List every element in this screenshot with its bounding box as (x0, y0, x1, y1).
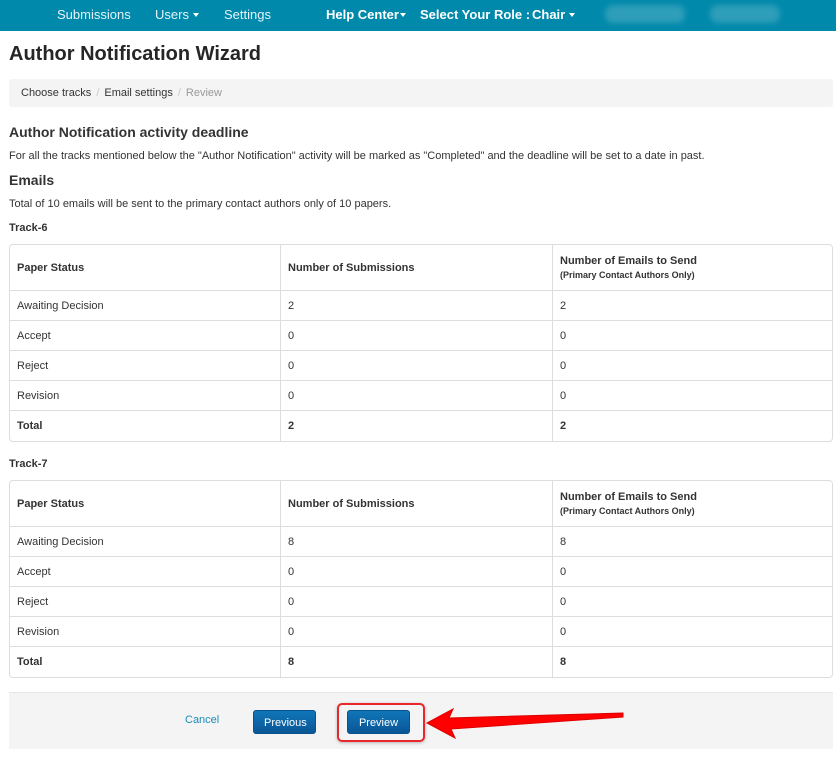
chevron-down-icon (192, 12, 199, 17)
chevron-down-icon (399, 12, 406, 17)
cell-status: Accept (10, 557, 281, 587)
page-title: Author Notification Wizard (9, 43, 262, 65)
cell-emails: 0 (553, 321, 832, 351)
cell-submissions: 8 (281, 647, 553, 677)
cell-emails: 2 (553, 291, 832, 321)
cell-status: Total (10, 411, 281, 441)
previous-button[interactable]: Previous (253, 710, 316, 734)
track-7-label: Track-7 (9, 458, 48, 470)
table-row: Awaiting Decision 2 2 (10, 291, 832, 321)
cell-submissions: 0 (281, 557, 553, 587)
table-row: Reject 0 0 (10, 351, 832, 381)
header-emails-subtitle: (Primary Contact Authors Only) (560, 270, 695, 280)
user-info-redacted (605, 5, 685, 23)
emails-heading: Emails (9, 172, 55, 188)
cell-submissions: 2 (281, 411, 553, 441)
cell-submissions: 0 (281, 321, 553, 351)
track-7-table: Paper Status Number of Submissions Numbe… (9, 480, 833, 678)
chevron-down-icon (569, 12, 576, 17)
table-header-row: Paper Status Number of Submissions Numbe… (10, 245, 832, 291)
nav-settings[interactable]: Settings (224, 0, 271, 31)
cell-emails: 0 (553, 557, 832, 587)
cell-status: Reject (10, 587, 281, 617)
cell-submissions: 0 (281, 381, 553, 411)
nav-help-center[interactable]: Help Center (326, 0, 406, 31)
table-header-row: Paper Status Number of Submissions Numbe… (10, 481, 832, 527)
cell-submissions: 0 (281, 351, 553, 381)
cell-submissions: 0 (281, 617, 553, 647)
cell-status: Awaiting Decision (10, 527, 281, 557)
nav-users[interactable]: Users (155, 0, 199, 31)
table-row: Revision 0 0 (10, 617, 832, 647)
cancel-link[interactable]: Cancel (185, 714, 219, 726)
role-selector[interactable]: Chair (532, 0, 576, 31)
wizard-footer: Cancel Previous Preview (9, 692, 833, 749)
user-menu-redacted[interactable] (710, 5, 780, 23)
cell-emails: 2 (560, 420, 567, 432)
cell-emails: 0 (553, 381, 832, 411)
nav-submissions[interactable]: Submissions (57, 0, 131, 31)
table-row: Accept 0 0 (10, 321, 832, 351)
breadcrumb-separator: / (177, 87, 181, 99)
cell-emails: 0 (553, 617, 832, 647)
cell-status: Reject (10, 351, 281, 381)
cell-submissions: 2 (281, 291, 553, 321)
cell-submissions: 0 (281, 587, 553, 617)
breadcrumb: Choose tracks / Email settings / Review (9, 79, 833, 107)
cell-status: Revision (10, 617, 281, 647)
preview-button[interactable]: Preview (347, 710, 410, 734)
breadcrumb-choose-tracks[interactable]: Choose tracks (21, 87, 91, 99)
cell-emails: 0 (553, 351, 832, 381)
header-emails-title: Number of Emails to Send (560, 491, 697, 503)
table-row: Revision 0 0 (10, 381, 832, 411)
table-total-row: Total 8 8 (10, 647, 832, 677)
header-emails: Number of Emails to Send (Primary Contact… (553, 245, 832, 291)
cell-emails: 0 (553, 587, 832, 617)
cell-status: Accept (10, 321, 281, 351)
table-row: Awaiting Decision 8 8 (10, 527, 832, 557)
cell-status: Awaiting Decision (10, 291, 281, 321)
cell-emails: 8 (553, 527, 832, 557)
breadcrumb-email-settings[interactable]: Email settings (104, 87, 172, 99)
cell-status: Revision (10, 381, 281, 411)
table-row: Accept 0 0 (10, 557, 832, 587)
table-total-row: Total 2 2 (10, 411, 832, 441)
top-navbar: Submissions Users Settings Help Center S… (0, 0, 836, 31)
table-row: Reject 0 0 (10, 587, 832, 617)
deadline-heading: Author Notification activity deadline (9, 124, 249, 140)
breadcrumb-review: Review (185, 87, 222, 99)
nav-users-label: Users (155, 7, 189, 22)
header-submissions: Number of Submissions (281, 245, 553, 291)
cell-emails: 8 (560, 656, 567, 668)
cell-submissions: 8 (281, 527, 553, 557)
emails-summary: Total of 10 emails will be sent to the p… (9, 198, 392, 210)
role-value: Chair (532, 7, 566, 22)
cell-status: Total (10, 647, 281, 677)
header-emails-subtitle: (Primary Contact Authors Only) (560, 506, 695, 516)
header-submissions: Number of Submissions (281, 481, 553, 527)
track-6-label: Track-6 (9, 222, 48, 234)
deadline-description: For all the tracks mentioned below the "… (9, 150, 705, 162)
header-emails-title: Number of Emails to Send (560, 255, 697, 267)
header-emails: Number of Emails to Send (Primary Contact… (553, 481, 832, 527)
annotation-arrow-icon (425, 707, 624, 740)
breadcrumb-separator: / (96, 87, 100, 99)
role-label: Select Your Role : (420, 7, 531, 22)
header-paper-status: Paper Status (10, 245, 281, 291)
header-paper-status: Paper Status (10, 481, 281, 527)
help-center-label: Help Center (326, 7, 399, 22)
track-6-table: Paper Status Number of Submissions Numbe… (9, 244, 833, 442)
